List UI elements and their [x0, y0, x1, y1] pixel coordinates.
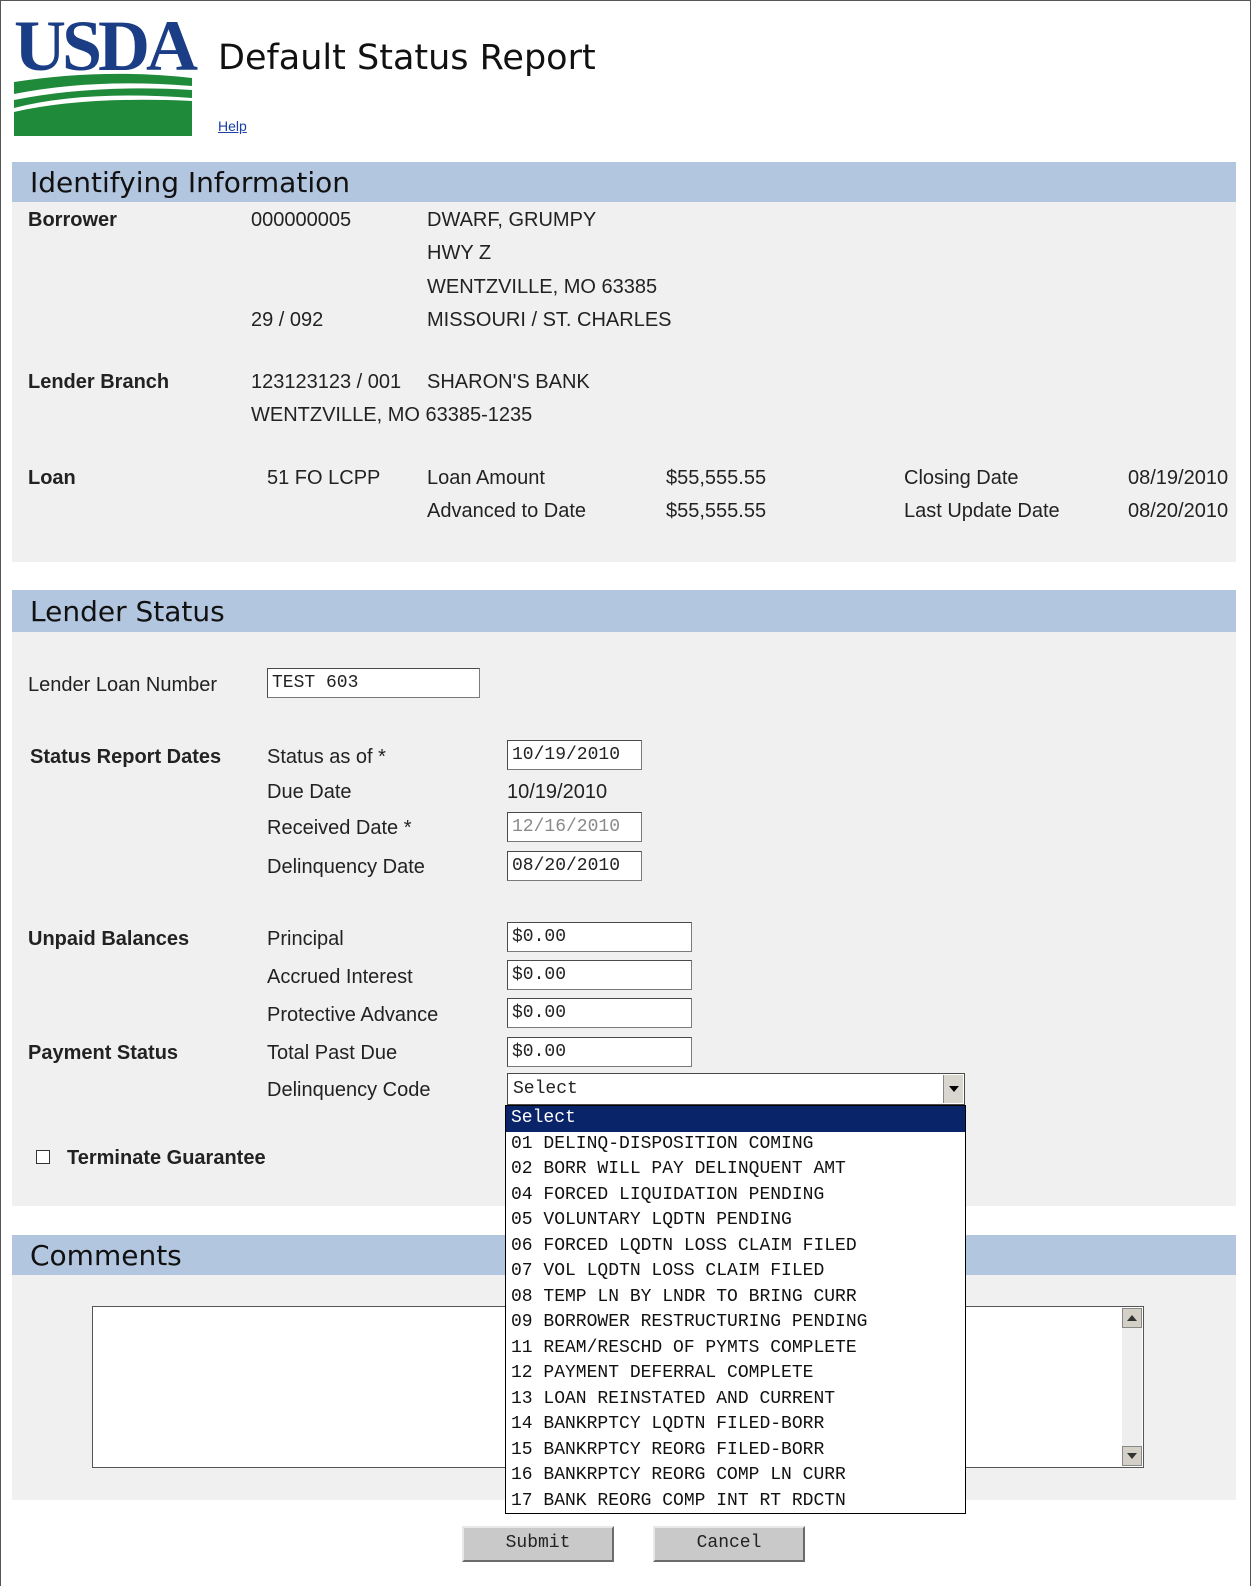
borrower-id: 000000005 — [251, 209, 352, 231]
last-update-date-label: Last Update Date — [904, 500, 1060, 522]
delinquency-code-option[interactable]: 06 FORCED LQDTN LOSS CLAIM FILED — [506, 1234, 965, 1260]
loan-amount-value: $55,555.55 — [666, 467, 767, 489]
lender-branch-name: SHARON'S BANK — [427, 371, 590, 393]
delinquency-code-option[interactable]: 04 FORCED LIQUIDATION PENDING — [506, 1183, 965, 1209]
delinquency-code-option[interactable]: 09 BORROWER RESTRUCTURING PENDING — [506, 1310, 965, 1336]
delinquency-code-option[interactable]: 12 PAYMENT DEFERRAL COMPLETE — [506, 1361, 965, 1387]
delinquency-code-option[interactable]: 13 LOAN REINSTATED AND CURRENT — [506, 1387, 965, 1413]
identifying-info-header: Identifying Information — [12, 162, 1236, 202]
delinquency-code-option[interactable]: 07 VOL LQDTN LOSS CLAIM FILED — [506, 1259, 965, 1285]
delinquency-code-option[interactable]: 17 BANK REORG COMP INT RT RDCTN — [506, 1489, 965, 1515]
delinquency-date-label: Delinquency Date — [267, 856, 425, 878]
delinquency-code-option[interactable]: Select — [506, 1106, 965, 1132]
advanced-to-date-value: $55,555.55 — [666, 500, 767, 522]
delinquency-code-option[interactable]: 15 BANKRPTCY REORG FILED-BORR — [506, 1438, 965, 1464]
unpaid-balances-label: Unpaid Balances — [28, 928, 190, 950]
submit-button[interactable]: Submit — [462, 1526, 614, 1562]
usda-logo-field-graphic — [14, 72, 192, 136]
delinquency-code-option[interactable]: 08 TEMP LN BY LNDR TO BRING CURR — [506, 1285, 965, 1311]
total-past-due-input[interactable]: $0.00 — [507, 1037, 692, 1067]
dropdown-arrow-icon[interactable] — [943, 1075, 963, 1103]
terminate-guarantee-checkbox[interactable] — [36, 1150, 50, 1164]
lender-branch-id: 123123123 / 001 — [251, 371, 402, 393]
accrued-interest-label: Accrued Interest — [267, 966, 413, 988]
due-date-label: Due Date — [267, 781, 352, 803]
loan-label: Loan — [28, 467, 76, 489]
usda-logo: USDA — [14, 10, 198, 136]
lender-branch-label: Lender Branch — [28, 371, 170, 393]
delinquency-code-select[interactable]: Select — [507, 1073, 965, 1105]
cancel-button[interactable]: Cancel — [653, 1526, 805, 1562]
borrower-state-county: MISSOURI / ST. CHARLES — [427, 309, 672, 331]
total-past-due-label: Total Past Due — [267, 1042, 398, 1064]
lender-branch-address: WENTZVILLE, MO 63385-1235 — [251, 404, 533, 426]
comments-scrollbar[interactable] — [1122, 1308, 1142, 1466]
delinquency-code-option[interactable]: 16 BANKRPTCY REORG COMP LN CURR — [506, 1463, 965, 1489]
delinquency-date-input[interactable]: 08/20/2010 — [507, 851, 642, 881]
delinquency-code-option[interactable]: 11 REAM/RESCHD OF PYMTS COMPLETE — [506, 1336, 965, 1362]
delinquency-code-option[interactable]: 02 BORR WILL PAY DELINQUENT AMT — [506, 1157, 965, 1183]
help-link[interactable]: Help — [218, 118, 247, 134]
principal-label: Principal — [267, 928, 344, 950]
borrower-state-county-code: 29 / 092 — [251, 309, 324, 331]
identifying-info-title: Identifying Information — [30, 166, 350, 199]
principal-input[interactable]: $0.00 — [507, 922, 692, 952]
delinquency-code-option[interactable]: 01 DELINQ-DISPOSITION COMING — [506, 1132, 965, 1158]
scroll-up-icon[interactable] — [1122, 1308, 1142, 1328]
received-date-label: Received Date * — [267, 817, 412, 839]
delinquency-code-selected-value: Select — [513, 1079, 578, 1099]
lender-status-title: Lender Status — [30, 595, 225, 628]
due-date-value: 10/19/2010 — [507, 781, 608, 803]
terminate-guarantee-label: Terminate Guarantee — [67, 1147, 266, 1169]
advanced-to-date-label: Advanced to Date — [427, 500, 586, 522]
delinquency-code-label: Delinquency Code — [267, 1079, 431, 1101]
closing-date-label: Closing Date — [904, 467, 1019, 489]
borrower-name: DWARF, GRUMPY — [427, 209, 597, 231]
closing-date-value: 08/19/2010 — [1128, 467, 1229, 489]
received-date-input[interactable]: 12/16/2010 — [507, 812, 642, 842]
protective-advance-input[interactable]: $0.00 — [507, 998, 692, 1028]
scroll-down-icon[interactable] — [1122, 1446, 1142, 1466]
delinquency-code-option[interactable]: 14 BANKRPTCY LQDTN FILED-BORR — [506, 1412, 965, 1438]
status-report-dates-label: Status Report Dates — [30, 746, 222, 768]
status-as-of-label: Status as of * — [267, 746, 386, 768]
loan-amount-label: Loan Amount — [427, 467, 545, 489]
status-as-of-input[interactable]: 10/19/2010 — [507, 740, 642, 770]
borrower-address-line2: WENTZVILLE, MO 63385 — [427, 276, 658, 298]
delinquency-code-dropdown-list[interactable]: Select 01 DELINQ-DISPOSITION COMING 02 BOR… — [505, 1105, 966, 1514]
lender-loan-number-label: Lender Loan Number — [28, 674, 218, 696]
loan-code: 51 FO LCPP — [267, 467, 381, 489]
delinquency-code-option[interactable]: 05 VOLUNTARY LQDTN PENDING — [506, 1208, 965, 1234]
lender-loan-number-input[interactable]: TEST 603 — [267, 668, 480, 698]
comments-title: Comments — [30, 1239, 182, 1272]
lender-status-header: Lender Status — [12, 590, 1236, 632]
accrued-interest-input[interactable]: $0.00 — [507, 960, 692, 990]
protective-advance-label: Protective Advance — [267, 1004, 439, 1026]
borrower-label: Borrower — [28, 209, 117, 231]
borrower-address-line1: HWY Z — [427, 242, 492, 264]
page-title: Default Status Report — [218, 38, 596, 78]
last-update-date-value: 08/20/2010 — [1128, 500, 1229, 522]
payment-status-label: Payment Status — [28, 1042, 179, 1064]
